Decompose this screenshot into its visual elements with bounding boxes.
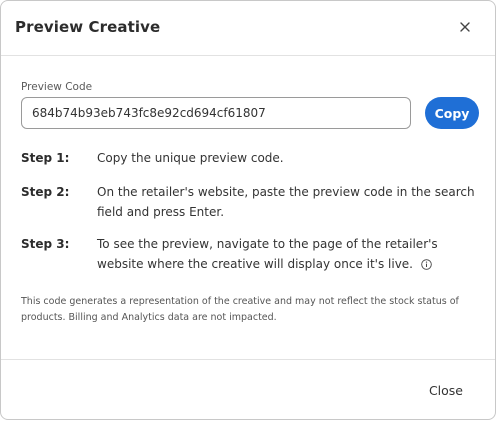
step-text: Copy the unique preview code. bbox=[97, 151, 284, 165]
preview-code-label: Preview Code bbox=[21, 81, 93, 93]
step-3: Step 3: To see the preview, navigate to … bbox=[21, 234, 481, 274]
info-icon[interactable] bbox=[421, 256, 432, 270]
preview-code-field[interactable] bbox=[21, 97, 411, 129]
copy-button[interactable]: Copy bbox=[425, 97, 479, 129]
disclaimer-text: This code generates a representation of … bbox=[21, 296, 459, 323]
dialog-title: Preview Creative bbox=[15, 18, 161, 36]
step-2: Step 2: On the retailer's website, paste… bbox=[21, 182, 481, 222]
dialog-header: Preview Creative bbox=[1, 1, 495, 56]
step-label: Step 3: bbox=[21, 237, 70, 251]
step-text-wrapper: To see the preview, navigate to the page… bbox=[97, 234, 481, 274]
dialog-footer: Close bbox=[1, 359, 495, 422]
step-text: To see the preview, navigate to the page… bbox=[97, 237, 438, 271]
close-button[interactable]: Close bbox=[429, 383, 463, 398]
dialog-body: Preview Code Copy Step 1: Copy the uniqu… bbox=[1, 56, 495, 358]
step-text: On the retailer's website, paste the pre… bbox=[97, 185, 475, 219]
preview-creative-dialog: Preview Creative Preview Code Copy Step … bbox=[0, 0, 496, 420]
close-icon[interactable] bbox=[455, 17, 475, 37]
step-label: Step 2: bbox=[21, 185, 70, 199]
step-label: Step 1: bbox=[21, 151, 70, 165]
